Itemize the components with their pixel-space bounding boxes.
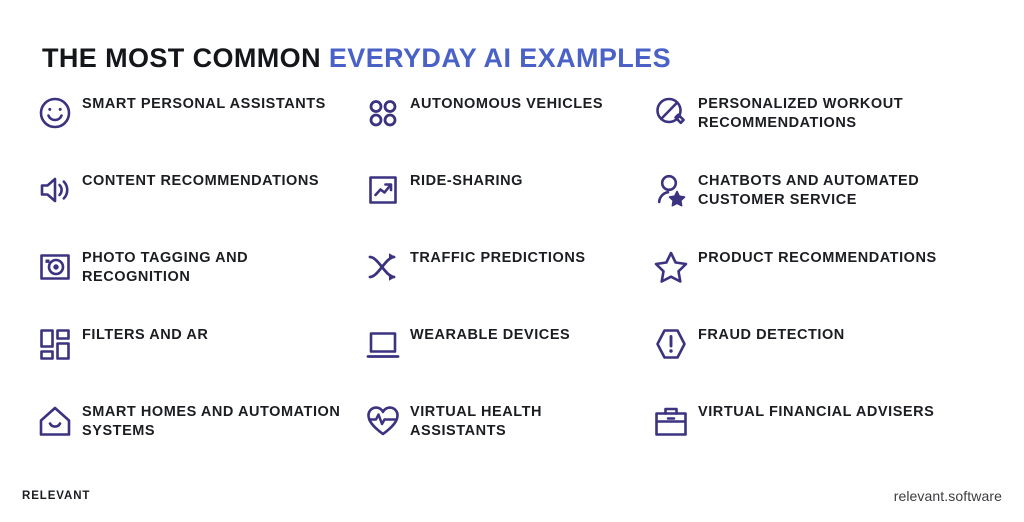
examples-grid: SMART PERSONAL ASSISTANTS AUTONOMOUS VEH… — [36, 88, 1016, 473]
list-item: VIRTUAL HEALTH ASSISTANTS — [364, 396, 652, 473]
list-item-label: CONTENT RECOMMENDATIONS — [82, 173, 320, 189]
camera-icon — [36, 246, 82, 288]
website-url[interactable]: relevant.software — [894, 488, 1002, 504]
list-item: SMART PERSONAL ASSISTANTS — [36, 88, 364, 165]
list-item: CONTENT RECOMMENDATIONS — [36, 165, 364, 242]
list-item: PRODUCT RECOMMENDATIONS — [652, 242, 1012, 319]
list-item: VIRTUAL FINANCIAL ADVISERS — [652, 396, 1012, 473]
list-item-label: RIDE-SHARING — [410, 173, 523, 189]
list-item: FRAUD DETECTION — [652, 319, 1012, 396]
list-item-label: WEARABLE DEVICES — [410, 327, 571, 343]
list-item-label: PHOTO TAGGING AND RECOGNITION — [82, 250, 249, 286]
brand-logo: RELEVANT — [22, 490, 91, 502]
smiley-face-icon — [36, 92, 82, 134]
list-item-label: PERSONALIZED WORKOUT RECOMMENDATIONS — [698, 96, 904, 132]
four-dots-icon — [364, 92, 410, 134]
list-item-label: CHATBOTS AND AUTOMATED CUSTOMER SERVICE — [698, 173, 920, 209]
list-item-label: FILTERS AND AR — [82, 327, 209, 343]
list-item-label: VIRTUAL HEALTH ASSISTANTS — [410, 404, 543, 440]
list-item-label: AUTONOMOUS VEHICLES — [410, 96, 604, 112]
list-item: PERSONALIZED WORKOUT RECOMMENDATIONS — [652, 88, 1012, 165]
infographic-slide: THE MOST COMMON EVERYDAY AI EXAMPLES SMA… — [0, 0, 1024, 522]
list-item-label: TRAFFIC PREDICTIONS — [410, 250, 586, 266]
person-star-icon — [652, 169, 698, 211]
chart-arrow-up-icon — [364, 169, 410, 211]
briefcase-icon — [652, 400, 698, 442]
page-title-primary: THE MOST COMMON — [42, 43, 329, 74]
list-item: FILTERS AND AR — [36, 319, 364, 396]
grid-layout-icon — [36, 323, 82, 365]
smart-home-icon — [36, 400, 82, 442]
list-item: CHATBOTS AND AUTOMATED CUSTOMER SERVICE — [652, 165, 1012, 242]
list-item: AUTONOMOUS VEHICLES — [364, 88, 652, 165]
page-title-accent: EVERYDAY AI EXAMPLES — [328, 43, 671, 74]
list-item-label: SMART PERSONAL ASSISTANTS — [82, 96, 326, 112]
list-item-label: SMART HOMES AND AUTOMATION SYSTEMS — [82, 404, 341, 440]
list-item: PHOTO TAGGING AND RECOGNITION — [36, 242, 364, 319]
list-item: RIDE-SHARING — [364, 165, 652, 242]
alert-hexagon-icon — [652, 323, 698, 365]
speaker-volume-icon — [36, 169, 82, 211]
star-outline-icon — [652, 246, 698, 288]
shuffle-arrows-icon — [364, 246, 410, 288]
list-item: TRAFFIC PREDICTIONS — [364, 242, 652, 319]
list-item: SMART HOMES AND AUTOMATION SYSTEMS — [36, 396, 364, 473]
laptop-icon — [364, 323, 410, 365]
table-tennis-paddle-icon — [652, 92, 698, 134]
list-item-label: FRAUD DETECTION — [698, 327, 845, 343]
list-item-label: PRODUCT RECOMMENDATIONS — [698, 250, 937, 266]
heart-pulse-icon — [364, 400, 410, 442]
list-item: WEARABLE DEVICES — [364, 319, 652, 396]
list-item-label: VIRTUAL FINANCIAL ADVISERS — [698, 404, 935, 420]
page-title: THE MOST COMMON EVERYDAY AI EXAMPLES — [42, 43, 671, 74]
